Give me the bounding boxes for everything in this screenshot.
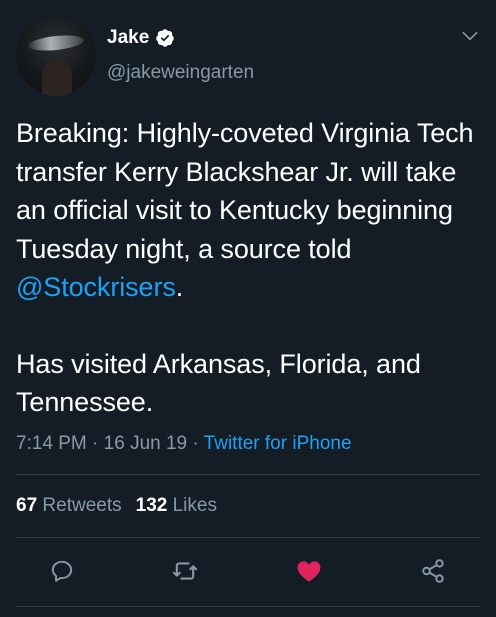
tweet-text-part: Breaking: Highly-coveted Virginia Tech t…: [16, 118, 474, 264]
author-name-row: Jake: [107, 27, 175, 49]
avatar[interactable]: [16, 16, 96, 96]
avatar-light-streak: [27, 33, 85, 53]
tweet-meta: 7:14 PM · 16 Jun 19 · Twitter for iPhone: [16, 433, 352, 455]
mention-link[interactable]: @Stockrisers: [16, 272, 176, 302]
reply-button[interactable]: [47, 556, 77, 586]
divider: [16, 537, 480, 538]
retweets-label: Retweets: [42, 495, 122, 516]
like-button[interactable]: [294, 556, 324, 586]
retweet-button[interactable]: [170, 556, 200, 586]
retweet-icon: [172, 562, 198, 580]
meta-separator: ·: [86, 433, 104, 454]
retweets-count: 67: [16, 495, 38, 516]
likes-label: Likes: [172, 495, 217, 516]
divider: [16, 606, 480, 607]
tweet-paragraph-2: Has visited Arkansas, Florida, and Tenne…: [16, 348, 421, 418]
tweet-text-part: .: [175, 272, 184, 302]
likes-count: 132: [135, 495, 168, 516]
avatar-figure: [42, 60, 72, 96]
meta-separator: ·: [187, 433, 204, 454]
verified-badge-icon: [156, 29, 175, 47]
tweet-date: 16 Jun 19: [103, 433, 188, 454]
reply-icon: [51, 560, 73, 582]
share-icon: [422, 559, 444, 583]
tweet-stats: 67 Retweets 132 Likes: [16, 495, 217, 517]
tweet-text: Breaking: Highly-coveted Virginia Tech t…: [16, 114, 481, 422]
retweets-stat[interactable]: 67 Retweets: [16, 495, 122, 516]
tweet-paragraph-1: Breaking: Highly-coveted Virginia Tech t…: [16, 114, 481, 307]
share-button[interactable]: [418, 556, 448, 586]
heart-icon: [297, 561, 321, 582]
chevron-down-icon[interactable]: [460, 26, 480, 46]
likes-stat[interactable]: 132 Likes: [136, 495, 217, 516]
divider: [16, 474, 480, 475]
author-handle[interactable]: @jakeweingarten: [107, 62, 254, 84]
author-name[interactable]: Jake: [107, 27, 149, 49]
tweet-source-link[interactable]: Twitter for iPhone: [204, 433, 352, 454]
tweet-time: 7:14 PM: [16, 433, 87, 454]
